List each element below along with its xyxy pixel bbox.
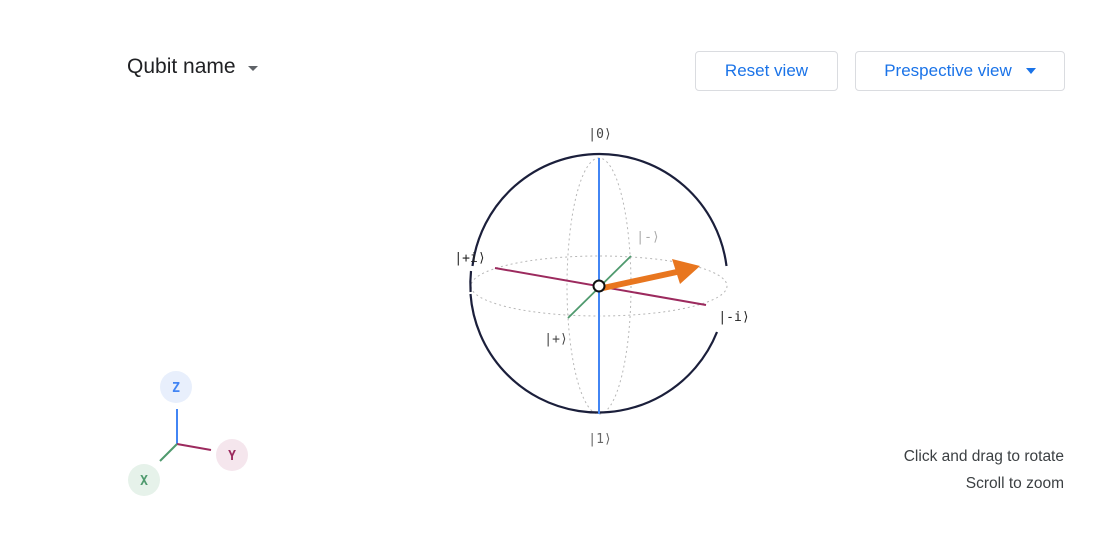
ket-minus-i-label: |-i⟩ (718, 310, 749, 325)
ket-minus-label: |-⟩ (636, 230, 659, 245)
origin-point (592, 279, 606, 293)
state-vector-arrowhead (672, 259, 700, 284)
zoom-hint: Scroll to zoom (965, 475, 1064, 492)
gizmo-y-line (176, 443, 212, 451)
rotate-hint: Click and drag to rotate (903, 448, 1064, 465)
axis-gizmo: Z Y X (128, 371, 248, 496)
ket-plus-i-label: |+i⟩ (454, 251, 485, 266)
gizmo-x-line (159, 443, 178, 462)
sphere-outline-left (469, 270, 473, 293)
bloch-sphere-canvas[interactable]: |0⟩ |1⟩ |+i⟩ |-i⟩ |+⟩ |-⟩ Z Y X (0, 0, 1118, 556)
state-vector (602, 267, 687, 291)
gizmo-x-label: X (140, 474, 148, 489)
ket-zero-label: |0⟩ (588, 127, 611, 142)
gizmo-y-label: Y (228, 449, 236, 464)
ket-one-label: |1⟩ (588, 432, 611, 447)
ket-plus-label: |+⟩ (544, 332, 567, 347)
sphere-outline-bottom (469, 293, 719, 414)
gizmo-z-label: Z (172, 381, 180, 396)
